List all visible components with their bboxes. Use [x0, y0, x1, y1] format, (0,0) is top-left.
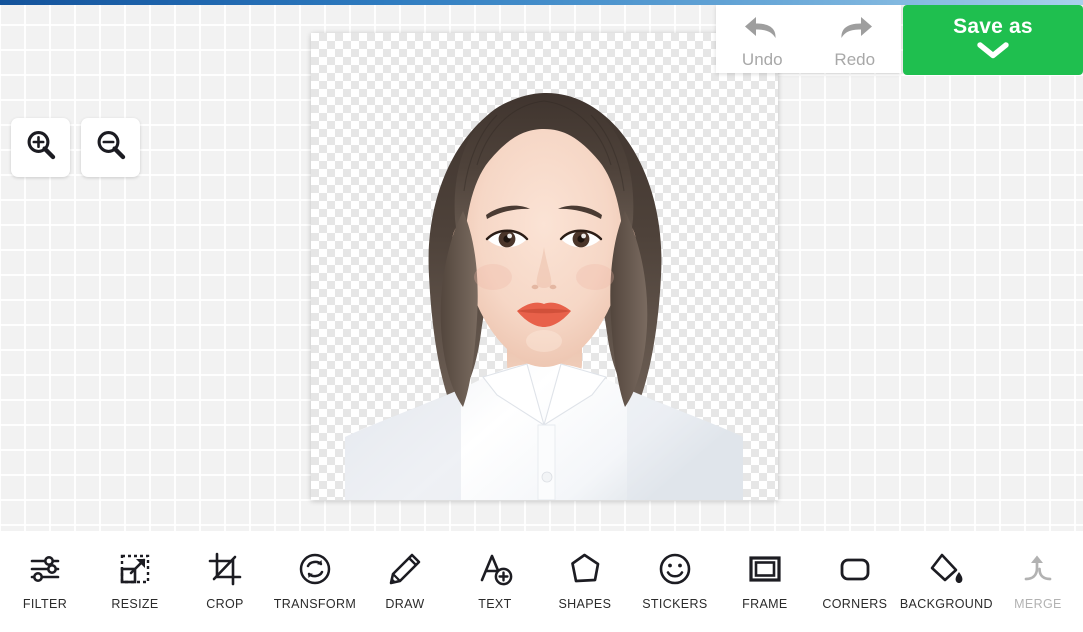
tool-filter[interactable]: FILTER — [0, 531, 90, 611]
tool-draw[interactable]: DRAW — [360, 531, 450, 611]
top-progress-bar — [0, 0, 1083, 5]
redo-arrow-icon — [834, 11, 876, 50]
magnifier-plus-icon — [24, 128, 58, 167]
magnifier-minus-icon — [94, 128, 128, 167]
tool-label: CROP — [206, 598, 244, 611]
tool-background[interactable]: BACKGROUND — [900, 531, 993, 611]
tool-frame[interactable]: FRAME — [720, 531, 810, 611]
portrait-photo — [311, 33, 778, 500]
frame-icon — [745, 549, 785, 589]
undo-button[interactable]: Undo — [716, 5, 809, 73]
history-toolbar: Undo Redo — [716, 5, 901, 73]
tool-label: FILTER — [23, 598, 67, 611]
pentagon-icon — [565, 549, 605, 589]
zoom-out-button[interactable] — [81, 118, 140, 177]
tool-crop[interactable]: CROP — [180, 531, 270, 611]
tool-shapes[interactable]: SHAPES — [540, 531, 630, 611]
tool-label: RESIZE — [111, 598, 158, 611]
merge-arrow-icon — [1018, 549, 1058, 589]
undo-arrow-icon — [741, 11, 783, 50]
image-canvas[interactable] — [311, 33, 778, 500]
tool-label: FRAME — [742, 598, 788, 611]
smiley-icon — [655, 549, 695, 589]
undo-label: Undo — [742, 51, 783, 68]
paint-bucket-icon — [926, 549, 966, 589]
tool-label: CORNERS — [822, 598, 887, 611]
resize-arrow-icon — [115, 549, 155, 589]
tool-stickers[interactable]: STICKERS — [630, 531, 720, 611]
redo-button[interactable]: Redo — [809, 5, 902, 73]
text-add-icon — [475, 549, 515, 589]
tool-corners[interactable]: CORNERS — [810, 531, 900, 611]
tool-transform[interactable]: TRANSFORM — [270, 531, 360, 611]
refresh-circle-icon — [295, 549, 335, 589]
tool-label: MERGE — [1014, 598, 1062, 611]
tool-label: TRANSFORM — [274, 598, 356, 611]
tool-label: TEXT — [478, 598, 511, 611]
tool-merge: MERGE — [993, 531, 1083, 611]
rounded-square-icon — [835, 549, 875, 589]
tool-resize[interactable]: RESIZE — [90, 531, 180, 611]
save-as-label: Save as — [953, 16, 1033, 37]
tool-label: DRAW — [385, 598, 424, 611]
redo-label: Redo — [834, 51, 875, 68]
pencil-icon — [385, 549, 425, 589]
save-as-button[interactable]: Save as — [903, 5, 1083, 75]
chevron-down-icon — [973, 40, 1013, 65]
editor-toolbar: FILTER RESIZE CROP — [0, 531, 1083, 632]
crop-icon — [205, 549, 245, 589]
tool-label: STICKERS — [642, 598, 707, 611]
tool-label: SHAPES — [558, 598, 611, 611]
zoom-in-button[interactable] — [11, 118, 70, 177]
tool-text[interactable]: TEXT — [450, 531, 540, 611]
tool-label: BACKGROUND — [900, 598, 993, 611]
sliders-icon — [25, 549, 65, 589]
